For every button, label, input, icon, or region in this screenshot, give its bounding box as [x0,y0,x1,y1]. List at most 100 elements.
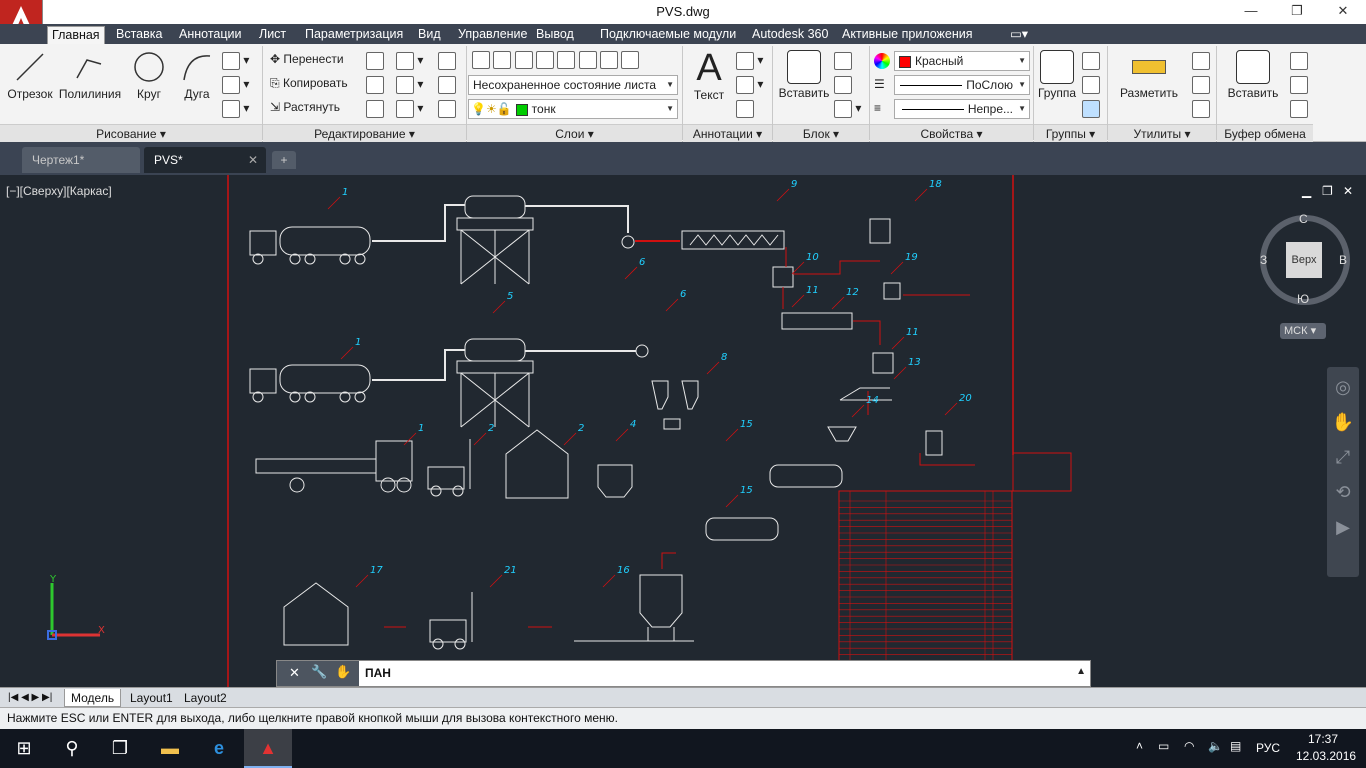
trim-tool[interactable]: ▾ [396,52,423,70]
ribbon-tab-3[interactable]: Лист [255,26,290,44]
showmotion-icon[interactable]: ▶ [1327,517,1359,538]
orbit-icon[interactable]: ⟲ [1327,482,1359,503]
clipboard-panel-title[interactable]: Буфер обмена [1217,124,1313,142]
insert-block-button[interactable]: Вставить [776,50,832,100]
rectangle-tool[interactable]: ▾ [222,52,249,70]
annotation-panel-title[interactable]: Аннотации ▾ [683,124,772,142]
windows-start-icon[interactable]: ⊞ [0,729,48,768]
ribbon-tab-9[interactable]: Autodesk 360 [748,26,832,44]
move-button[interactable]: ✥ Перенести [270,52,344,66]
pan-icon[interactable]: ✋ [1327,412,1359,433]
ucs-dropdown[interactable]: МСК ▾ [1280,323,1326,339]
customize-icon[interactable]: 🔧 [311,664,327,680]
viewcube-west[interactable]: З [1260,253,1267,267]
group-edit-tool[interactable] [1082,76,1100,94]
utilities-panel-title[interactable]: Утилиты ▾ [1108,124,1216,142]
copy-clip-tool[interactable] [1290,76,1308,94]
measure-button[interactable]: Разметить [1114,50,1184,100]
ribbon-tab-0[interactable]: Главная [47,26,105,44]
cut-tool[interactable] [1290,52,1308,70]
match-properties-tool[interactable] [874,53,890,69]
maximize-button[interactable]: ❐ [1274,0,1320,24]
ribbon-tab-6[interactable]: Управление [454,26,532,44]
autocad-taskbar-icon[interactable]: ▲ [244,729,292,768]
command-line[interactable]: ✕ 🔧 ✋ ПАН ▲ [276,660,1091,687]
region-tool[interactable]: ▾ [222,100,249,118]
calculator-tool[interactable] [1192,100,1210,118]
clock-time[interactable]: 17:37 [1308,732,1338,746]
layout-nav-first[interactable]: |◀ ◀ ▶ ▶| [2,689,58,707]
explode-tool[interactable] [438,76,456,94]
minimize-button[interactable]: — [1228,0,1274,24]
erase-tool[interactable] [438,52,456,70]
close-command-icon[interactable]: ✕ [289,665,300,681]
array-tool[interactable]: ▾ [396,100,423,118]
doc-tab-drawing1[interactable]: Чертеж1* [22,147,140,173]
viewport-restore-icon[interactable]: ❐ [1322,184,1333,198]
network-battery-icon[interactable]: ▭ [1158,739,1169,753]
viewport-minimize-icon[interactable]: ▁ [1302,184,1311,198]
dimension-tool[interactable]: ▾ [736,52,763,70]
line-button[interactable]: Отрезок [6,50,54,101]
offset-tool[interactable] [438,100,456,118]
leader-tool[interactable]: ▾ [736,76,763,94]
steering-wheel-icon[interactable]: ◎ [1327,377,1359,398]
polyline-button[interactable]: Полилиния [56,50,124,101]
paste-button[interactable]: Вставить [1224,50,1282,100]
stretch-button[interactable]: ⇲ Растянуть [270,100,340,114]
close-tab-icon[interactable]: ✕ [248,147,258,173]
edit-block-tool[interactable] [834,76,852,94]
edge-browser-icon[interactable]: e [195,729,243,768]
viewcube-top-face[interactable]: Верх [1286,242,1322,278]
copy-button[interactable]: ⎘ Копировать [270,76,348,91]
layout-tab-layout1[interactable]: Layout1 [124,689,179,707]
volume-icon[interactable]: 🔈 [1208,739,1223,753]
wifi-icon[interactable]: ◠ [1184,739,1194,753]
quick-select-tool[interactable] [1192,52,1210,70]
layout-tab-layout2[interactable]: Layout2 [178,689,233,707]
layer-dropdown[interactable]: 💡☀🔓 тонк [468,99,678,119]
circle-button[interactable]: Круг [128,50,170,101]
file-explorer-icon[interactable]: ▬ [146,729,194,768]
close-button[interactable]: ✕ [1320,0,1366,24]
arc-button[interactable]: Дуга [176,50,218,101]
fillet-tool[interactable]: ▾ [396,76,423,94]
ungroup-tool[interactable] [1082,52,1100,70]
group-select-tool[interactable] [1082,100,1100,118]
zoom-icon[interactable]: ⤢ [1327,447,1359,468]
navigation-bar[interactable]: ◎ ✋ ⤢ ⟲ ▶ [1327,367,1359,577]
ribbon-tab-8[interactable]: Подключаемые модули [596,26,740,44]
layout-tab-model[interactable]: Модель [64,689,122,707]
language-indicator[interactable]: РУС [1256,741,1280,755]
rotate-tool[interactable] [366,52,384,70]
linetype-dropdown[interactable]: ПоСлою [894,75,1030,95]
ribbon-tab-4[interactable]: Параметризация [301,26,407,44]
modify-panel-title[interactable]: Редактирование ▾ [263,124,466,142]
table-tool[interactable] [736,100,754,118]
command-history-icon[interactable]: ▲ [1076,666,1086,677]
task-view-icon[interactable]: ❐ [96,729,144,768]
draw-panel-title[interactable]: Рисование ▾ [0,124,262,142]
text-button[interactable]: A Текст [688,48,730,102]
lineweight-dropdown[interactable]: Непре... [894,99,1030,119]
color-dropdown[interactable]: Красный [894,51,1030,71]
mirror-tool[interactable] [366,76,384,94]
block-panel-title[interactable]: Блок ▾ [773,124,869,142]
search-icon[interactable]: ⚲ [48,729,96,768]
id-point-tool[interactable] [1192,76,1210,94]
group-button[interactable]: Группа [1036,50,1078,100]
attribute-tool[interactable]: ▾ [834,100,861,118]
tray-arrow-icon[interactable]: ˄ [1136,739,1143,753]
viewcube-east[interactable]: В [1339,253,1347,267]
new-tab-button[interactable]: + [272,151,296,169]
ribbon-tab-1[interactable]: Вставка [112,26,166,44]
create-block-tool[interactable] [834,52,852,70]
layers-panel-title[interactable]: Слои ▾ [467,124,682,142]
notifications-icon[interactable]: ▤ [1230,739,1241,753]
viewcube-south[interactable]: Ю [1297,292,1309,306]
ribbon-minimize-icon[interactable]: ▭▾ [1006,26,1032,44]
viewcube-north[interactable]: С [1299,212,1308,226]
drawing-canvas[interactable]: [−][Сверху][Каркас] 1 1 1 2 2 4 5 6 6 8 9 10 11 11 12 1… [0,175,1366,687]
match-prop-tool[interactable] [1290,100,1308,118]
doc-tab-pvs[interactable]: PVS* ✕ [144,147,266,173]
